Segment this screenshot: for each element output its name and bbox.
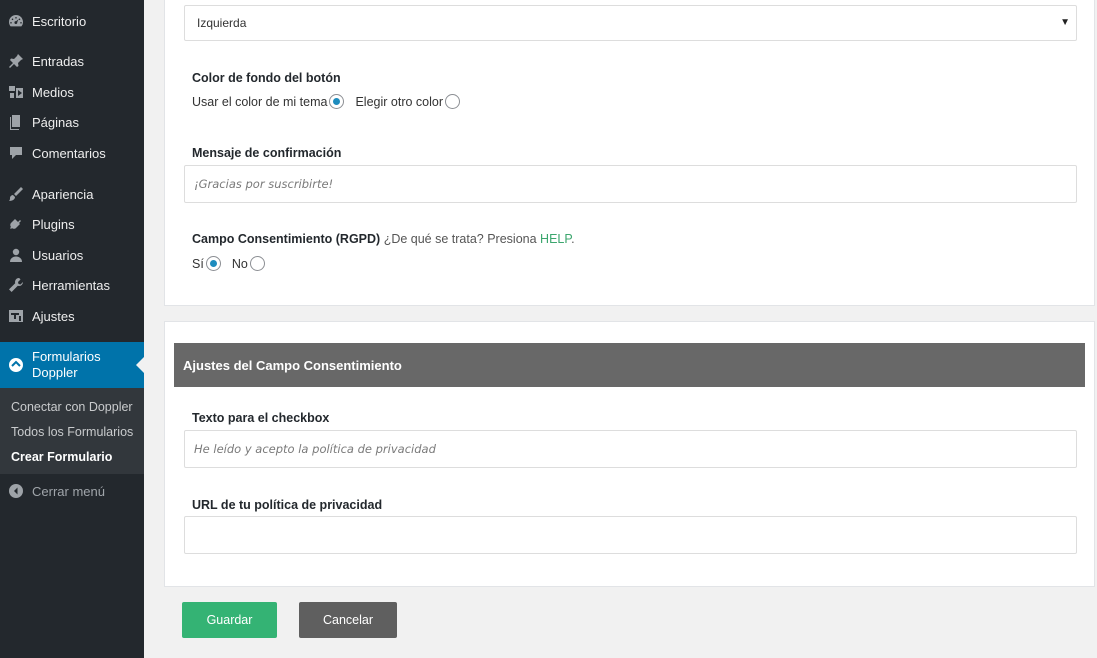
- radio-other[interactable]: [445, 94, 461, 109]
- menu-label: Plugins: [32, 216, 75, 232]
- radio-option-theme[interactable]: Usar el color de mi tema: [192, 94, 355, 109]
- media-icon: [0, 84, 32, 100]
- menu-item-entradas[interactable]: Entradas: [0, 46, 144, 76]
- button-bg-radio-group: Usar el color de mi tema Elegir otro col…: [192, 94, 471, 109]
- menu-label: Entradas: [32, 53, 85, 69]
- alignment-select-value: Izquierda: [197, 16, 247, 30]
- radio-no[interactable]: [249, 256, 265, 271]
- appearance-icon: [0, 186, 32, 202]
- menu-item-comentarios[interactable]: Comentarios: [0, 138, 144, 168]
- radio-option-yes[interactable]: Sí: [192, 256, 232, 271]
- menu-label: Apariencia: [32, 186, 94, 202]
- consent-field-label: Campo Consentimiento (RGPD) ¿De qué se t…: [192, 232, 575, 246]
- current-menu-arrow: [136, 357, 144, 373]
- doppler-icon: [0, 357, 32, 373]
- menu-item-paginas[interactable]: Páginas: [0, 107, 144, 137]
- save-button[interactable]: Guardar: [182, 602, 277, 638]
- comments-icon: [0, 145, 32, 161]
- submenu: Conectar con Doppler Todos los Formulari…: [0, 388, 144, 474]
- collapse-menu-button[interactable]: Cerrar menú: [0, 476, 144, 506]
- menu-item-escritorio[interactable]: Escritorio: [0, 6, 144, 36]
- consent-radio-group: Sí No: [192, 256, 276, 271]
- privacy-url-label: URL de tu política de privacidad: [192, 498, 383, 512]
- confirmation-input[interactable]: ¡Gracias por suscribirte!: [184, 165, 1077, 203]
- menu-item-medios[interactable]: Medios: [0, 77, 144, 107]
- checkbox-text-label: Texto para el checkbox: [192, 411, 330, 425]
- tools-icon: [0, 277, 32, 293]
- menu-label: Usuarios: [32, 247, 84, 263]
- confirmation-label: Mensaje de confirmación: [192, 146, 342, 160]
- menu-label: Páginas: [32, 114, 79, 130]
- checkbox-text-input[interactable]: He leído y acepto la política de privaci…: [184, 430, 1077, 468]
- menu-label: Comentarios: [32, 145, 106, 161]
- users-icon: [0, 247, 32, 263]
- radio-theme[interactable]: [329, 94, 345, 109]
- cancel-button[interactable]: Cancelar: [299, 602, 397, 638]
- submenu-item-crear[interactable]: Crear Formulario: [11, 450, 112, 464]
- submenu-item-todos[interactable]: Todos los Formularios: [11, 425, 133, 439]
- menu-label: Formularios Doppler: [32, 349, 144, 381]
- menu-label: Escritorio: [32, 13, 87, 29]
- radio-yes[interactable]: [205, 256, 221, 271]
- menu-item-ajustes[interactable]: Ajustes: [0, 301, 144, 331]
- radio-option-other[interactable]: Elegir otro color: [355, 94, 471, 109]
- consent-field-title: Campo Consentimiento (RGPD): [192, 232, 381, 246]
- menu-label-line1: Formularios: [32, 349, 101, 364]
- dashboard-icon: [0, 13, 32, 29]
- dropdown-arrow-icon: ▼: [1060, 17, 1070, 28]
- menu-label: Medios: [32, 84, 74, 100]
- menu-item-plugins[interactable]: Plugins: [0, 209, 144, 239]
- confirmation-placeholder: ¡Gracias por suscribirte!: [194, 177, 334, 191]
- menu-label-line2: Doppler: [32, 365, 78, 380]
- pin-icon: [0, 53, 32, 69]
- consent-help-text: ¿De qué se trata? Presiona: [383, 232, 537, 246]
- menu-item-apariencia[interactable]: Apariencia: [0, 179, 144, 209]
- menu-item-herramientas[interactable]: Herramientas: [0, 270, 144, 300]
- consent-settings-header: Ajustes del Campo Consentimiento: [174, 343, 1085, 387]
- radio-option-other-label: Elegir otro color: [355, 94, 444, 109]
- plugins-icon: [0, 216, 32, 232]
- menu-item-usuarios[interactable]: Usuarios: [0, 240, 144, 270]
- alignment-select[interactable]: Izquierda ▼: [184, 5, 1077, 41]
- help-link[interactable]: HELP: [540, 232, 571, 246]
- collapse-label: Cerrar menú: [32, 483, 105, 499]
- radio-option-no-label: No: [231, 256, 248, 271]
- consent-help-suffix: .: [571, 232, 575, 246]
- menu-item-formularios-doppler[interactable]: Formularios Doppler: [0, 342, 144, 388]
- menu-label: Herramientas: [32, 277, 111, 293]
- checkbox-text-placeholder: He leído y acepto la política de privaci…: [194, 442, 436, 456]
- collapse-icon: [0, 483, 32, 499]
- radio-option-theme-label: Usar el color de mi tema: [192, 94, 328, 109]
- menu-label: Ajustes: [32, 308, 75, 324]
- admin-sidebar: Escritorio Entradas Medios Páginas Comen…: [0, 0, 144, 658]
- pages-icon: [0, 114, 32, 130]
- submenu-item-conectar[interactable]: Conectar con Doppler: [11, 400, 133, 414]
- settings-icon: [0, 308, 32, 324]
- radio-option-yes-label: Sí: [192, 256, 204, 271]
- button-bg-label: Color de fondo del botón: [192, 71, 341, 85]
- radio-option-no[interactable]: No: [232, 256, 276, 271]
- privacy-url-input[interactable]: [184, 516, 1077, 554]
